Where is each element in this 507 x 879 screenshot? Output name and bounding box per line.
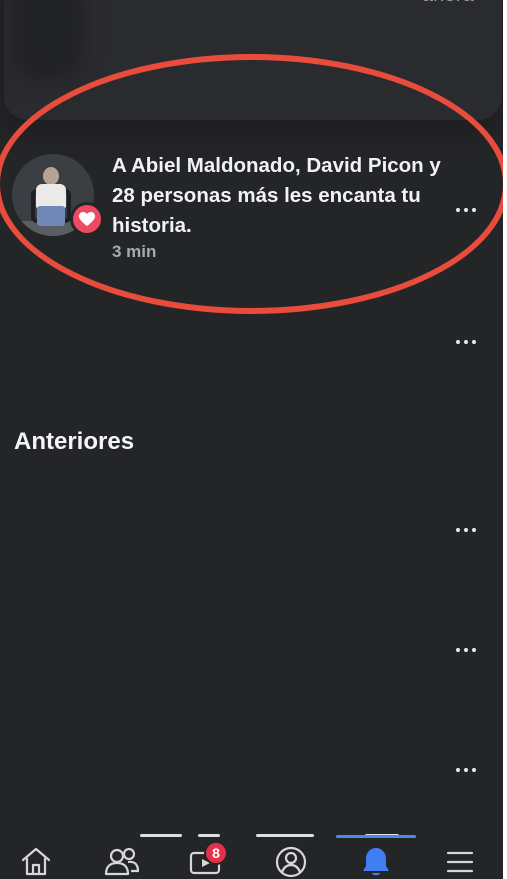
tab-friends[interactable] [103,846,141,879]
tab-notifications[interactable] [357,846,395,879]
red-highlight-oval [0,54,503,314]
menu-icon [446,851,474,873]
top-notification-time: ahora [422,0,474,7]
blurred-avatar [12,0,82,80]
watch-notification-badge: 8 [204,841,228,865]
notifications-screen: ahora A Abiel Maldonado, David Picon y 2… [0,0,503,879]
tab-profile[interactable] [272,846,310,879]
bottom-tab-bar [0,838,503,879]
more-options-icon[interactable] [451,520,481,540]
more-options-icon[interactable] [451,332,481,352]
more-options-icon[interactable] [451,640,481,660]
home-icon [21,847,51,876]
profile-icon [275,846,307,878]
bell-icon [363,848,389,876]
friends-icon [104,847,140,876]
more-options-icon[interactable] [451,760,481,780]
tab-menu[interactable] [441,846,479,879]
earlier-section-title: Anteriores [14,428,135,455]
white-right-edge [503,0,507,879]
tab-home[interactable] [17,846,55,879]
